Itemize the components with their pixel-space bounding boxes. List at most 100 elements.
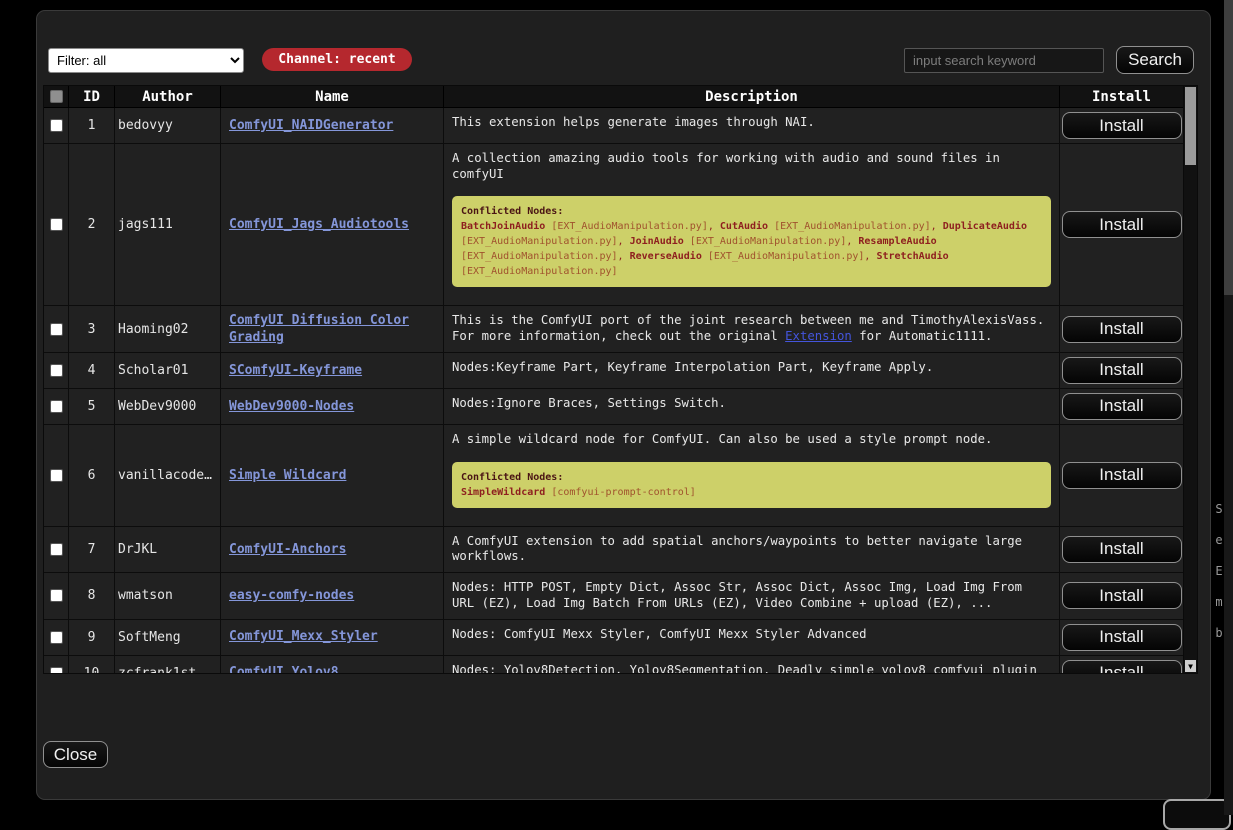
node-name-link[interactable]: ComfyUI_Jags_Audiotools bbox=[229, 216, 409, 234]
row-description: Nodes: Yolov8Detection, Yolov8Segmentati… bbox=[444, 656, 1060, 674]
header-id: ID bbox=[69, 86, 115, 107]
table-header-row: ID Author Name Description Install bbox=[44, 86, 1184, 108]
row-id: 6 bbox=[69, 425, 115, 526]
conflict-node-name: StretchAudio bbox=[876, 251, 948, 262]
row-author: bedovyy bbox=[115, 108, 221, 143]
conflict-node-ref: [comfyui-prompt-control] bbox=[545, 487, 696, 498]
table-row: 9SoftMengComfyUI_Mexx_StylerNodes: Comfy… bbox=[44, 620, 1184, 656]
row-select-checkbox[interactable] bbox=[50, 323, 63, 336]
table-row: 1bedovyy ComfyUI_NAIDGenerator This extens… bbox=[44, 108, 1184, 144]
row-description: A simple wildcard node for ComfyUI. Can … bbox=[444, 425, 1060, 526]
row-id: 4 bbox=[69, 353, 115, 388]
node-name-link[interactable]: easy-comfy-nodes bbox=[229, 587, 354, 605]
install-button[interactable]: Install bbox=[1062, 624, 1182, 651]
page-scrollbar bbox=[1224, 0, 1233, 815]
install-button[interactable]: Install bbox=[1062, 536, 1182, 563]
conflict-node-ref: [EXT_AudioManipulation.py] bbox=[545, 221, 708, 232]
row-id: 8 bbox=[69, 573, 115, 618]
table-scrollbar-thumb[interactable] bbox=[1185, 87, 1196, 165]
table-row: 4Scholar01 SComfyUI-Keyframe Nodes:Keyfram… bbox=[44, 353, 1184, 389]
row-author: zcfrank1st bbox=[115, 656, 221, 674]
select-all-header-cell bbox=[44, 86, 69, 107]
conflict-title: Conflicted Nodes: bbox=[461, 204, 1042, 219]
header-name: Name bbox=[221, 86, 444, 107]
install-button[interactable]: Install bbox=[1062, 660, 1182, 674]
node-name-link[interactable]: ComfyUI Diffusion Color Grading bbox=[229, 312, 435, 347]
install-button[interactable]: Install bbox=[1062, 393, 1182, 420]
row-id: 2 bbox=[69, 144, 115, 305]
row-author: Scholar01 bbox=[115, 353, 221, 388]
row-select-checkbox[interactable] bbox=[50, 543, 63, 556]
node-name-link[interactable]: WebDev9000-Nodes bbox=[229, 398, 354, 416]
conflict-box: Conflicted Nodes:BatchJoinAudio [EXT_Aud… bbox=[452, 196, 1051, 287]
row-select-checkbox[interactable] bbox=[50, 589, 63, 602]
conflict-node-name: ReverseAudio bbox=[630, 251, 702, 262]
close-button[interactable]: Close bbox=[43, 741, 108, 768]
description-link[interactable]: Extension bbox=[785, 329, 852, 343]
node-name-link[interactable]: ComfyUI_NAIDGenerator bbox=[229, 117, 393, 135]
install-button[interactable]: Install bbox=[1062, 462, 1182, 489]
row-id: 7 bbox=[69, 527, 115, 572]
conflict-node-ref: [EXT_AudioManipulation.py] bbox=[684, 236, 847, 247]
row-description: This extension helps generate images thr… bbox=[444, 108, 1060, 143]
conflict-node-ref: [EXT_AudioManipulation.py] bbox=[461, 266, 618, 277]
row-select-checkbox[interactable] bbox=[50, 218, 63, 231]
row-description: A collection amazing audio tools for wor… bbox=[444, 144, 1060, 305]
row-author: vanillacode314 bbox=[115, 425, 221, 526]
conflict-node-ref: [EXT_AudioManipulation.py] bbox=[461, 251, 618, 262]
row-select-checkbox[interactable] bbox=[50, 469, 63, 482]
install-button[interactable]: Install bbox=[1062, 316, 1182, 343]
row-id: 10 bbox=[69, 656, 115, 674]
row-id: 1 bbox=[69, 108, 115, 143]
install-button[interactable]: Install bbox=[1062, 211, 1182, 238]
conflict-node-name: DuplicateAudio bbox=[943, 221, 1027, 232]
node-name-link[interactable]: ComfyUI_Mexx_Styler bbox=[229, 628, 378, 646]
table-row: 6vanillacode314 Simple Wildcard A simple w… bbox=[44, 425, 1184, 527]
table-row: 3Haoming02ComfyUI Diffusion Color Gradin… bbox=[44, 306, 1184, 352]
conflict-node-name: ResampleAudio bbox=[858, 236, 936, 247]
row-id: 3 bbox=[69, 306, 115, 351]
table-row: 10zcfrank1st ComfyUI Yolov8 Nodes: Yolov8D… bbox=[44, 656, 1184, 674]
conflict-node-ref: [EXT_AudioManipulation.py] bbox=[702, 251, 865, 262]
row-description: Nodes:Keyframe Part, Keyframe Interpolat… bbox=[444, 353, 1060, 388]
row-description: Nodes:Ignore Braces, Settings Switch. bbox=[444, 389, 1060, 424]
row-select-checkbox[interactable] bbox=[50, 364, 63, 377]
nodes-table: ID Author Name Description Install 1bedo… bbox=[43, 85, 1198, 674]
conflict-node-ref: [EXT_AudioManipulation.py] bbox=[768, 221, 931, 232]
node-name-link[interactable]: ComfyUI-Anchors bbox=[229, 541, 346, 559]
row-select-checkbox[interactable] bbox=[50, 631, 63, 644]
row-select-checkbox[interactable] bbox=[50, 400, 63, 413]
channel-badge: Channel: recent bbox=[262, 48, 412, 71]
row-select-checkbox[interactable] bbox=[50, 119, 63, 132]
install-button[interactable]: Install bbox=[1062, 582, 1182, 609]
row-id: 5 bbox=[69, 389, 115, 424]
filter-select[interactable]: Filter: all bbox=[48, 48, 244, 73]
header-description: Description bbox=[444, 86, 1060, 107]
row-author: wmatson bbox=[115, 573, 221, 618]
header-install: Install bbox=[1060, 86, 1184, 107]
node-name-link[interactable]: Simple Wildcard bbox=[229, 467, 346, 485]
row-description: A ComfyUI extension to add spatial ancho… bbox=[444, 527, 1060, 572]
node-name-link[interactable]: SComfyUI-Keyframe bbox=[229, 362, 362, 380]
conflict-title: Conflicted Nodes: bbox=[461, 470, 1042, 485]
table-row: 5WebDev9000 WebDev9000-Nodes Nodes:Ignore … bbox=[44, 389, 1184, 425]
scroll-down-arrow-icon[interactable]: ▼ bbox=[1185, 660, 1196, 672]
search-button[interactable]: Search bbox=[1116, 46, 1194, 74]
conflict-node-name: JoinAudio bbox=[630, 236, 684, 247]
conflict-box: Conflicted Nodes:SimpleWildcard [comfyui… bbox=[452, 462, 1051, 508]
install-button[interactable]: Install bbox=[1062, 357, 1182, 384]
conflict-items: SimpleWildcard [comfyui-prompt-control] bbox=[461, 485, 1042, 500]
page-scrollbar-thumb[interactable] bbox=[1224, 0, 1233, 295]
install-button[interactable]: Install bbox=[1062, 112, 1182, 139]
row-author: DrJKL bbox=[115, 527, 221, 572]
row-description: Nodes: HTTP POST, Empty Dict, Assoc Str,… bbox=[444, 573, 1060, 618]
conflict-node-name: CutAudio bbox=[720, 221, 768, 232]
table-row: 8wmatson easy-comfy-nodes Nodes: HTTP POST… bbox=[44, 573, 1184, 619]
conflict-node-name: SimpleWildcard bbox=[461, 487, 545, 498]
row-author: Haoming02 bbox=[115, 306, 221, 351]
row-author: WebDev9000 bbox=[115, 389, 221, 424]
node-name-link[interactable]: ComfyUI Yolov8 bbox=[229, 664, 339, 674]
search-input[interactable] bbox=[904, 48, 1104, 73]
row-select-checkbox[interactable] bbox=[50, 667, 63, 674]
select-all-checkbox[interactable] bbox=[50, 90, 63, 103]
